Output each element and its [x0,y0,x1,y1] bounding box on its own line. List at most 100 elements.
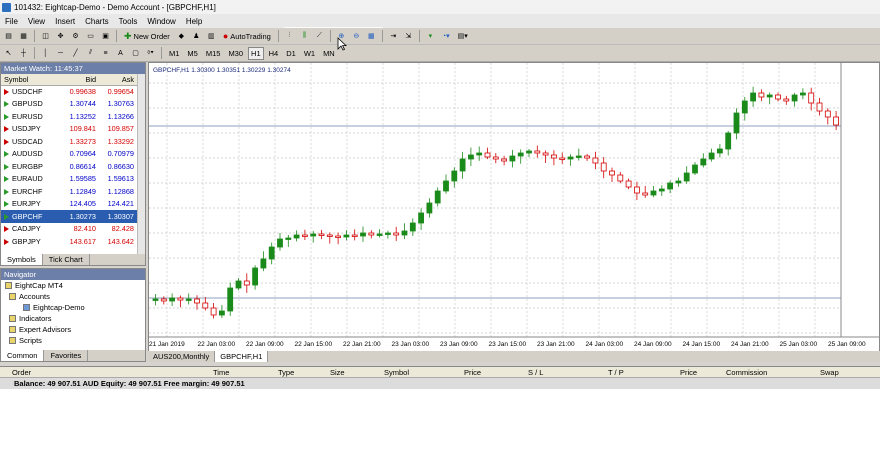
col-ask[interactable]: Ask [99,74,137,86]
tab-tick-chart[interactable]: Tick Chart [43,254,90,265]
channel-icon[interactable]: ⫽ [84,47,97,60]
nav-item-experts[interactable]: Expert Advisors [1,324,145,335]
market-watch-row[interactable]: USDJPY 109.841 109.857 [1,123,137,136]
market-watch-row[interactable]: EURUSD 1.13252 1.13266 [1,110,137,123]
tab-symbols[interactable]: Symbols [1,254,43,265]
tab-favorites[interactable]: Favorites [44,350,89,361]
menu-charts[interactable]: Charts [80,17,114,26]
terminal-header: Order Time Type Size Symbol Price S / L … [0,367,880,378]
profiles-icon[interactable]: ▦ [17,30,30,43]
tab-gbpchf[interactable]: GBPCHF,H1 [215,351,269,362]
crosshair-icon[interactable]: ┼ [17,47,30,60]
strategy-tester-icon[interactable]: ▣ [99,30,112,43]
zoom-out-icon[interactable]: ⊖ [350,30,363,43]
candlestick-icon[interactable]: ⫼ [298,30,311,43]
data-window-icon[interactable]: ✥ [54,30,67,43]
col-symbol[interactable]: Symbol [1,74,61,86]
chart-shift-icon[interactable]: ⇥ [387,30,400,43]
market-icon[interactable]: ▥ [205,30,218,43]
market-watch-row[interactable]: EURCHF 1.12849 1.12868 [1,185,137,198]
menu-file[interactable]: File [0,17,23,26]
meta-editor-icon[interactable]: ◆ [175,30,188,43]
col-symbol[interactable]: Symbol [384,368,409,377]
col-time[interactable]: Time [213,368,229,377]
shapes-icon[interactable]: ⬨▾ [144,47,157,60]
fibonacci-icon[interactable]: ≡ [99,47,112,60]
periods-icon[interactable]: ◔▾ [439,30,453,43]
market-watch-row[interactable]: EURAUD 1.59585 1.59613 [1,173,137,186]
col-price[interactable]: Price [464,368,481,377]
bid-cell: 1.30744 [69,99,96,109]
timeframe-d1[interactable]: D1 [283,47,299,60]
col-type[interactable]: Type [278,368,294,377]
vertical-line-icon[interactable]: │ [39,47,52,60]
autotrading-button[interactable]: ● AutoTrading [220,30,274,43]
terminal-icon[interactable]: ▭ [84,30,97,43]
col-bid[interactable]: Bid [61,74,99,86]
trendline-icon[interactable]: ╱ [69,47,82,60]
menu-tools[interactable]: Tools [114,17,143,26]
col-price-current[interactable]: Price [680,368,697,377]
tab-aus200[interactable]: AUS200,Monthly [148,351,216,362]
indicators-icon[interactable]: ▾ [424,30,437,43]
accounts-icon [9,293,16,300]
nav-item-scripts[interactable]: Scripts [1,335,145,346]
market-watch-row[interactable]: USDCHF 0.99638 0.99654 [1,85,137,98]
market-watch-row[interactable]: USDCAD 1.33273 1.33292 [1,135,137,148]
horizontal-line-icon[interactable]: ─ [54,47,67,60]
market-watch-icon[interactable]: ◫ [39,30,52,43]
col-sl[interactable]: S / L [528,368,543,377]
text-icon[interactable]: A [114,47,127,60]
timeframe-m15[interactable]: M15 [203,47,224,60]
nav-item-indicators[interactable]: Indicators [1,313,145,324]
nav-item-root[interactable]: EightCap MT4 [1,280,145,291]
bid-cell: 0.70964 [69,149,96,159]
line-chart-icon[interactable]: ⟋ [313,30,326,43]
label-icon[interactable]: ▢ [129,47,142,60]
nav-item-accounts[interactable]: Accounts [1,291,145,302]
menu-help[interactable]: Help [181,17,207,26]
timeframe-m5[interactable]: M5 [184,47,200,60]
market-watch-row[interactable]: EURJPY 124.405 124.421 [1,198,137,211]
cursor-icon[interactable]: ↖ [2,47,15,60]
market-watch-scrollbar[interactable] [137,74,145,256]
menu-insert[interactable]: Insert [50,17,80,26]
nav-item-account[interactable]: Eightcap-Demo [1,302,145,313]
market-watch-row[interactable]: EURGBP 0.86614 0.86630 [1,160,137,173]
menu-window[interactable]: Window [142,17,180,26]
timeframe-m30[interactable]: M30 [225,47,246,60]
new-chart-icon[interactable]: ▤ [2,30,15,43]
bar-chart-icon[interactable]: ⫶ [283,30,296,43]
market-watch-row[interactable]: AUDUSD 0.70964 0.70979 [1,148,137,161]
tile-windows-icon[interactable]: ▦ [365,30,378,43]
chart-window[interactable]: GBPCHF,H1 1.30300 1.30351 1.30229 1.3027… [148,62,880,362]
tab-common[interactable]: Common [1,350,45,361]
col-commission[interactable]: Commission [726,368,767,377]
symbol-cell: CADJPY [1,223,61,236]
market-watch-row[interactable]: GBPJPY 143.617 143.642 [1,235,137,248]
timeframe-h1[interactable]: H1 [248,46,264,60]
templates-icon[interactable]: ▤▾ [455,30,471,43]
bull-candle [476,152,483,156]
ask-cell: 109.857 [107,124,134,134]
timeframe-w1[interactable]: W1 [301,47,318,60]
candlestick-chart[interactable]: GBPCHF,H1 1.30300 1.30351 1.30229 1.3027… [149,63,879,351]
menu-view[interactable]: View [23,17,50,26]
bear-candle [243,280,250,286]
signals-icon[interactable]: ♟ [190,30,203,43]
market-watch-row[interactable]: CADJPY 82.410 82.428 [1,223,137,236]
col-size[interactable]: Size [330,368,345,377]
new-order-button[interactable]: ✚ New Order [121,30,173,43]
col-tp[interactable]: T / P [608,368,624,377]
timeframe-h4[interactable]: H4 [266,47,282,60]
col-swap[interactable]: Swap [820,368,839,377]
market-watch-row[interactable]: GBPUSD 1.30744 1.30763 [1,98,137,111]
col-order[interactable]: Order [12,368,31,377]
market-watch-row[interactable]: GBPCHF 1.30273 1.30307 [1,210,137,223]
navigator-icon[interactable]: ⚙ [69,30,82,43]
ask-cell: 0.99654 [107,87,134,96]
time-axis-label: 24 Jan 03:00 [586,341,624,348]
timeframe-mn[interactable]: MN [320,47,338,60]
timeframe-m1[interactable]: M1 [166,47,182,60]
autoscroll-icon[interactable]: ⇲ [402,30,415,43]
